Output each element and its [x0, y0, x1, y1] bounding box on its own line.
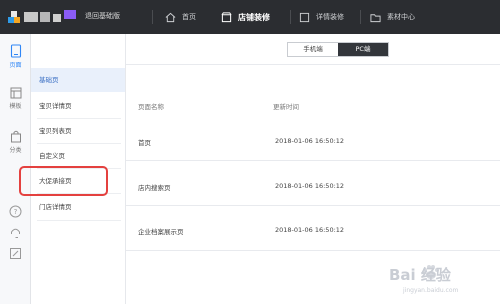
- watermark-sub: jingyan.baidu.com: [402, 287, 459, 294]
- baidu-jingyan-watermark: Bai 经验 jingyan.baidu.com: [389, 265, 459, 294]
- rail-item-pages-label: 页面: [9, 62, 22, 69]
- menu-item-store-detail[interactable]: 门店详情页: [31, 195, 125, 219]
- menu-item-item-list[interactable]: 宝贝列表页: [31, 119, 125, 143]
- row-1-name[interactable]: 首页: [138, 137, 151, 147]
- device-switch[interactable]: 手机端 PC端: [287, 42, 389, 57]
- row-2-name[interactable]: 店内搜索页: [138, 182, 171, 192]
- home-icon: [165, 12, 176, 22]
- page-icon: [10, 44, 21, 58]
- svg-text:?: ?: [14, 208, 18, 216]
- store-icon: [221, 11, 232, 22]
- template-icon: [10, 87, 21, 99]
- back-to-basic-link[interactable]: 退回基础版: [85, 11, 120, 21]
- device-option-pc[interactable]: PC端: [338, 43, 388, 56]
- bag-icon: [10, 130, 21, 143]
- row-3-name[interactable]: 企业档案展示页: [138, 226, 184, 236]
- row-1-time: 2018-01-06 16:50:12: [275, 137, 345, 145]
- nav-detail-label: 详情装修: [316, 13, 344, 21]
- nav-material-center[interactable]: 素材中心: [370, 9, 415, 25]
- row-3-time: 2018-01-06 16:50:12: [275, 226, 345, 234]
- nav-home[interactable]: 首页: [165, 9, 196, 25]
- rail-item-categories[interactable]: 分类: [0, 130, 31, 154]
- nav-store-decoration[interactable]: 店铺装修: [221, 9, 270, 25]
- highlight-box: [19, 166, 108, 196]
- detail-icon: [299, 12, 310, 22]
- rail-item-templates[interactable]: 模板: [0, 87, 31, 110]
- rail-item-templates-label: 模板: [9, 103, 22, 110]
- folder-icon: [370, 13, 381, 22]
- edit-icon[interactable]: [9, 247, 22, 260]
- rail-item-pages[interactable]: 页面: [0, 44, 31, 69]
- nav-detail-decoration[interactable]: 详情装修: [299, 9, 344, 25]
- row-2-time: 2018-01-06 16:50:12: [275, 182, 345, 190]
- headset-icon[interactable]: [9, 226, 22, 239]
- column-header-page-name: 页面名称: [138, 103, 164, 111]
- top-bar: 退回基础版 首页 店铺装修 详情装修 素材中心: [0, 0, 500, 34]
- menu-item-custom[interactable]: 自定义页: [31, 144, 125, 168]
- column-header-updated-time: 更新时间: [273, 103, 299, 111]
- nav-store-label: 店铺装修: [238, 12, 270, 22]
- logo[interactable]: [8, 9, 80, 25]
- menu-item-item-detail[interactable]: 宝贝详情页: [31, 94, 125, 118]
- watermark-text: Bai 经验: [389, 266, 452, 284]
- help-icon[interactable]: ?: [9, 205, 22, 218]
- device-option-mobile[interactable]: 手机端: [288, 43, 338, 56]
- nav-home-label: 首页: [182, 13, 196, 21]
- nav-material-label: 素材中心: [387, 13, 415, 21]
- rail-item-categories-label: 分类: [9, 147, 22, 154]
- menu-item-basic[interactable]: 基础页: [31, 68, 125, 92]
